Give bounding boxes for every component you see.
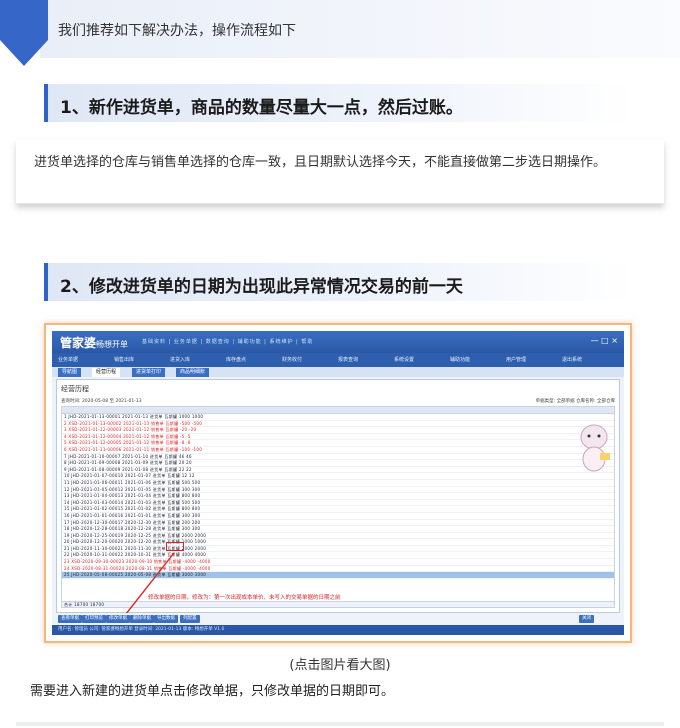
app-statusbar: 用户名: 管理员 公司: 管家婆畅想开单 登录时间: 2021-01-13 版本… [52, 625, 624, 635]
app-tab: 导航图 [58, 368, 82, 377]
window-controls: — □ × [590, 336, 618, 345]
edit-document-button[interactable]: 修改单据 [106, 615, 130, 623]
view-document-button[interactable]: 查看单据 [58, 615, 82, 623]
toolbar-item: 系统设置 [394, 357, 415, 363]
app-content-pane: 经营历程 查询时间: 2020-05-08 至 2021-01-13 单据类型:… [56, 379, 620, 613]
app-menu-bar: 基础资料 | 业务单据 | 数据查询 | 辅助功能 | 系统维护 | 帮助 [142, 339, 314, 345]
intro-text: 我们推荐如下解决办法，操作流程如下 [58, 23, 296, 39]
mascot-icon [580, 424, 610, 472]
screenshot-image[interactable]: 管家婆畅想开单 基础资料 | 业务单据 | 数据查询 | 辅助功能 | 系统维护… [44, 323, 632, 643]
toolbar-item: 用户管理 [506, 357, 527, 363]
table-row: 11 JHD-2021-01-06-00011 2021-01-06 进货单 瓦… [62, 480, 614, 487]
step2-title: 2、修改进货单的日期为出现此异常情况交易的前一天 [60, 277, 463, 297]
intro-banner: 我们推荐如下解决办法，操作流程如下 [0, 0, 680, 66]
toolbar-item: 销售出库 [114, 357, 135, 363]
toolbar-item: 退出系统 [562, 357, 583, 363]
app-tab: 进货单打印 [132, 368, 166, 377]
step1-description-card: 进货单选择的仓库与销售单选择的仓库一致，且日期默认选择今天，不能直接做第二步选日… [16, 140, 664, 204]
step1-title: 1、新作进货单，商品的数量尽量大一点，然后过账。 [60, 98, 463, 118]
toolbar-item: 进货入库 [170, 357, 191, 363]
app-logo: 管家婆畅想开单 [60, 336, 129, 350]
grid-footer: 合计 18700 18700 [61, 601, 615, 608]
table-row: 3 XSD-2021-01-12-00003 2021-01-12 销售单 瓦斯… [62, 427, 614, 434]
app-tab: 商品明细账 [176, 368, 210, 377]
app-button-bar: 查看单据 打印预览 修改单据 删除单据 导出数据 列配置 关闭 [52, 613, 624, 625]
pane-date-filter: 查询时间: 2020-05-08 至 2021-01-13 [61, 399, 142, 404]
app-tab-active: 经营历程 [92, 368, 121, 377]
delete-document-button[interactable]: 删除单据 [130, 615, 154, 623]
table-row: 8 JHD-2021-01-09-00008 2021-01-09 进货单 瓦斯… [62, 460, 614, 467]
app-titlebar: 管家婆畅想开单 基础资料 | 业务单据 | 数据查询 | 辅助功能 | 系统维护… [52, 331, 624, 353]
table-row-selected: 25 JHD-2020-05-08-00025 2020-05-08 进货单 瓦… [62, 572, 614, 579]
toolbar-item: 财务收付 [282, 357, 303, 363]
table-row: 20 JHD-2020-12-20-00020 2020-12-20 进货单 瓦… [62, 539, 614, 546]
close-button[interactable]: 关闭 [579, 615, 594, 623]
table-row: 13 JHD-2021-01-04-00013 2021-01-04 进货单 瓦… [62, 493, 614, 500]
table-row: 16 JHD-2021-01-01-00016 2021-01-01 进货单 瓦… [62, 513, 614, 520]
export-data-button[interactable]: 导出数据 [154, 615, 178, 623]
print-preview-button[interactable]: 打印预览 [82, 615, 106, 623]
table-row: 6 XSD-2021-01-11-00006 2021-01-11 销售单 瓦斯… [62, 447, 614, 454]
bookmark-flag-icon [0, 0, 48, 66]
table-row: 5 XSD-2021-01-12-00005 2021-01-12 销售单 瓦斯… [62, 440, 614, 447]
annotation-text: 修改单据的日期，修改为：第一次出现成本单价、未写入的交易单据的日期之前 [148, 595, 341, 601]
records-grid: 1 JHD-2021-01-13-00001 2021-01-13 进货单 瓦斯… [61, 406, 615, 602]
highlight-box [166, 542, 184, 551]
instruction-text: 需要进入新建的进货单点击修改单据，只修改单据的日期即可。 [30, 684, 395, 699]
table-row: 23 XSD-2020-09-30-00023 2020-09-30 销售单 瓦… [62, 559, 614, 566]
table-row: 1 JHD-2021-01-13-00001 2021-01-13 进货单 瓦斯… [62, 414, 614, 421]
toolbar-item: 库存盘点 [226, 357, 247, 363]
step1-heading: 1、新作进货单，商品的数量尽量大一点，然后过账。 [44, 84, 634, 122]
toolbar-item: 报表查询 [338, 357, 359, 363]
image-caption[interactable]: (点击图片看大图) [0, 654, 680, 673]
table-row: 10 JHD-2021-01-07-00010 2021-01-07 进货单 瓦… [62, 473, 614, 480]
app-toolbar: 业务单据 销售出库 进货入库 库存盘点 财务收付 报表查询 系统设置 辅助功能 … [52, 353, 624, 367]
pane-title: 经营历程 [61, 385, 89, 393]
column-config-button[interactable]: 列配置 [180, 615, 200, 623]
software-window: 管家婆畅想开单 基础资料 | 业务单据 | 数据查询 | 辅助功能 | 系统维护… [52, 331, 624, 635]
step2-heading: 2、修改进货单的日期为出现此异常情况交易的前一天 [44, 263, 634, 301]
toolbar-item: 辅助功能 [450, 357, 471, 363]
table-row: 15 JHD-2021-01-02-00015 2021-01-02 进货单 瓦… [62, 506, 614, 513]
toolbar-item: 业务单据 [58, 357, 79, 363]
bottom-divider [16, 722, 664, 726]
app-tabbar: 导航图 经营历程 进货单打印 商品明细账 [52, 367, 624, 377]
pane-type-filter: 单据类型: 全部单据 仓库名称: 全部仓库 [535, 399, 615, 404]
grid-header [62, 407, 614, 414]
step1-description: 进货单选择的仓库与销售单选择的仓库一致，且日期默认选择今天，不能直接做第二步选日… [34, 155, 607, 170]
table-row: 18 JHD-2020-12-28-00018 2020-12-28 进货单 瓦… [62, 526, 614, 533]
